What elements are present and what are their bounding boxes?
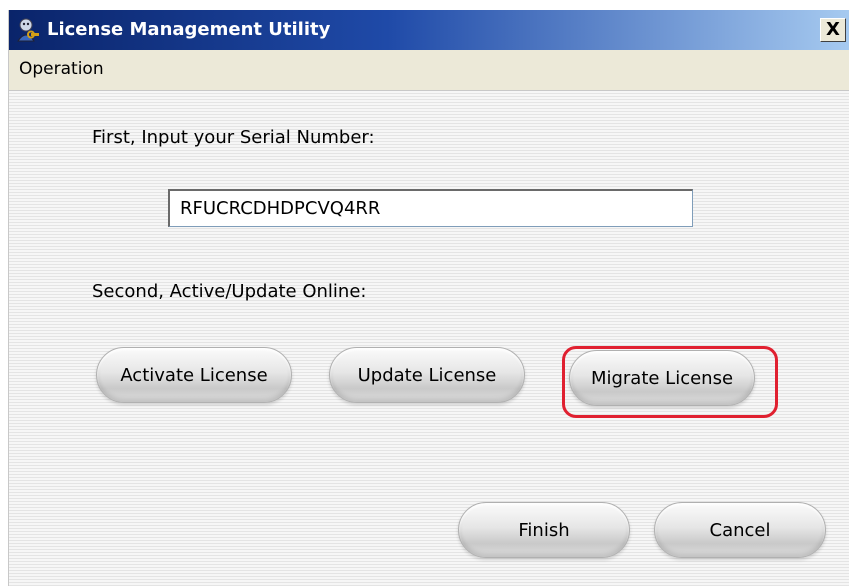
activate-license-button[interactable]: Activate License [96, 347, 292, 403]
license-window: License Management Utility X Operation F… [8, 10, 849, 586]
update-license-button[interactable]: Update License [329, 347, 525, 403]
finish-button[interactable]: Finish [458, 502, 630, 558]
menu-bar: Operation [9, 50, 849, 90]
migrate-highlight-box [562, 346, 778, 418]
title-bar[interactable]: License Management Utility X [9, 10, 849, 50]
serial-number-input[interactable] [168, 189, 693, 227]
user-key-icon [15, 17, 41, 43]
dialog-body: First, Input your Serial Number: Second,… [9, 90, 849, 586]
menu-operation[interactable]: Operation [19, 59, 104, 79]
cancel-button[interactable]: Cancel [654, 502, 826, 558]
close-button[interactable]: X [820, 18, 846, 42]
close-icon: X [826, 19, 840, 40]
window-title: License Management Utility [47, 19, 331, 40]
serial-number-prompt: First, Input your Serial Number: [92, 127, 375, 148]
online-activation-prompt: Second, Active/Update Online: [92, 281, 367, 302]
